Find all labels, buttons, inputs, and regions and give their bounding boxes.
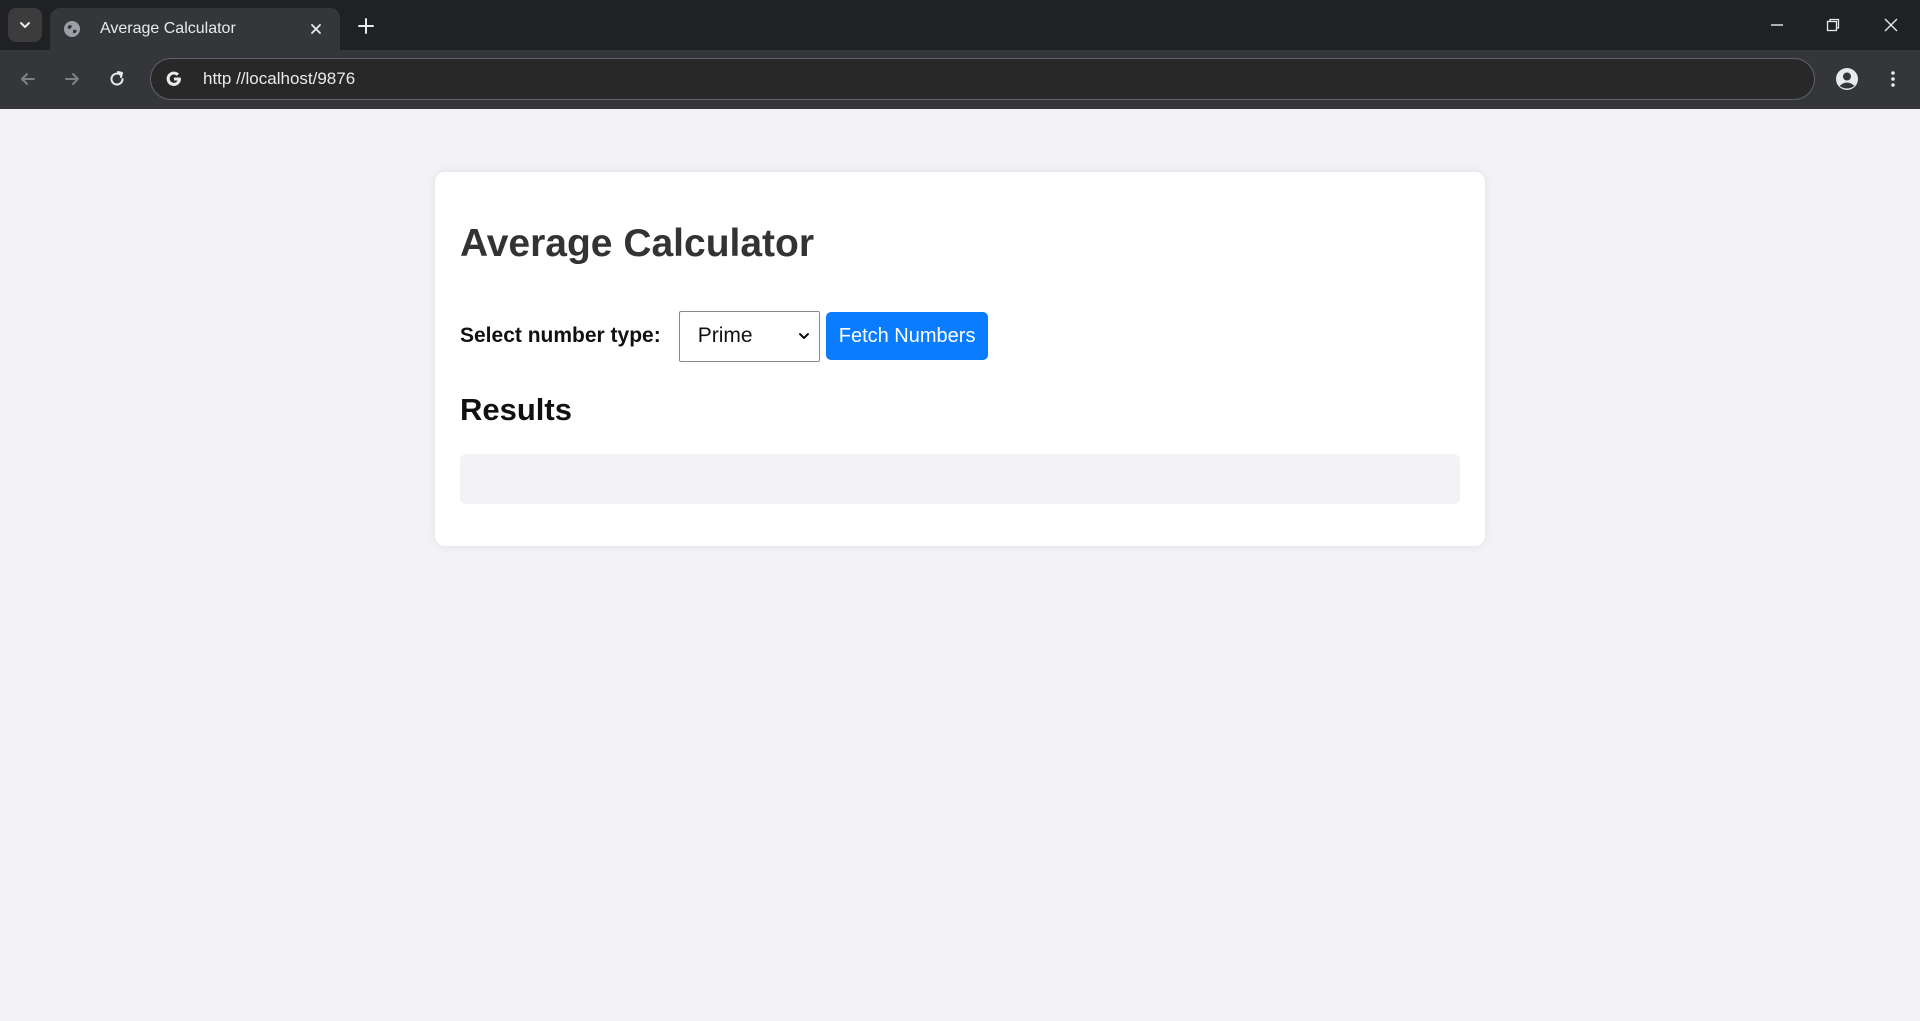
arrow-left-icon [21,73,35,85]
select-label: Select number type: [460,324,661,347]
reload-icon [110,71,124,86]
globe-icon [62,19,82,39]
number-type-select[interactable]: Prime [678,310,820,362]
tab-search-button[interactable] [8,8,42,42]
close-window-button[interactable] [1871,8,1911,42]
arrow-right-icon [65,73,79,85]
restore-icon [1826,18,1840,32]
browser-tab-strip: Average Calculator [0,0,1920,50]
profile-icon [1836,68,1858,90]
back-button[interactable] [11,62,45,96]
google-icon [163,68,185,90]
plus-icon [358,18,374,34]
close-tab-icon[interactable] [306,19,326,39]
menu-button[interactable] [1876,62,1910,96]
results-heading: Results [460,392,572,427]
chevron-down-icon [798,333,809,339]
profile-button[interactable] [1830,62,1864,96]
restore-button[interactable] [1813,8,1853,42]
select-value: Prime [697,324,753,347]
fetch-numbers-button[interactable]: Fetch Numbers [825,312,989,360]
calculator-card: Average Calculator Select number type: P… [435,172,1485,546]
page-viewport: Average Calculator Select number type: P… [0,109,1920,1021]
minimize-icon [1771,24,1783,26]
number-type-controls: Select number type: Prime Fetch Numbers [460,310,989,362]
tab-title: Average Calculator [100,20,236,37]
chevron-down-icon [20,22,30,28]
minimize-button[interactable] [1757,8,1797,42]
browser-toolbar: http //localhost/9876 [0,50,1920,109]
url-text: http //localhost/9876 [203,69,356,88]
page-title: Average Calculator [460,222,815,265]
browser-tab-active[interactable]: Average Calculator [50,8,340,50]
kebab-menu-icon [1891,71,1895,87]
new-tab-button[interactable] [352,12,380,40]
close-icon [1884,18,1898,32]
address-bar[interactable]: http //localhost/9876 [150,58,1815,100]
reload-button[interactable] [100,62,134,96]
results-panel [460,454,1460,504]
forward-button[interactable] [55,62,89,96]
